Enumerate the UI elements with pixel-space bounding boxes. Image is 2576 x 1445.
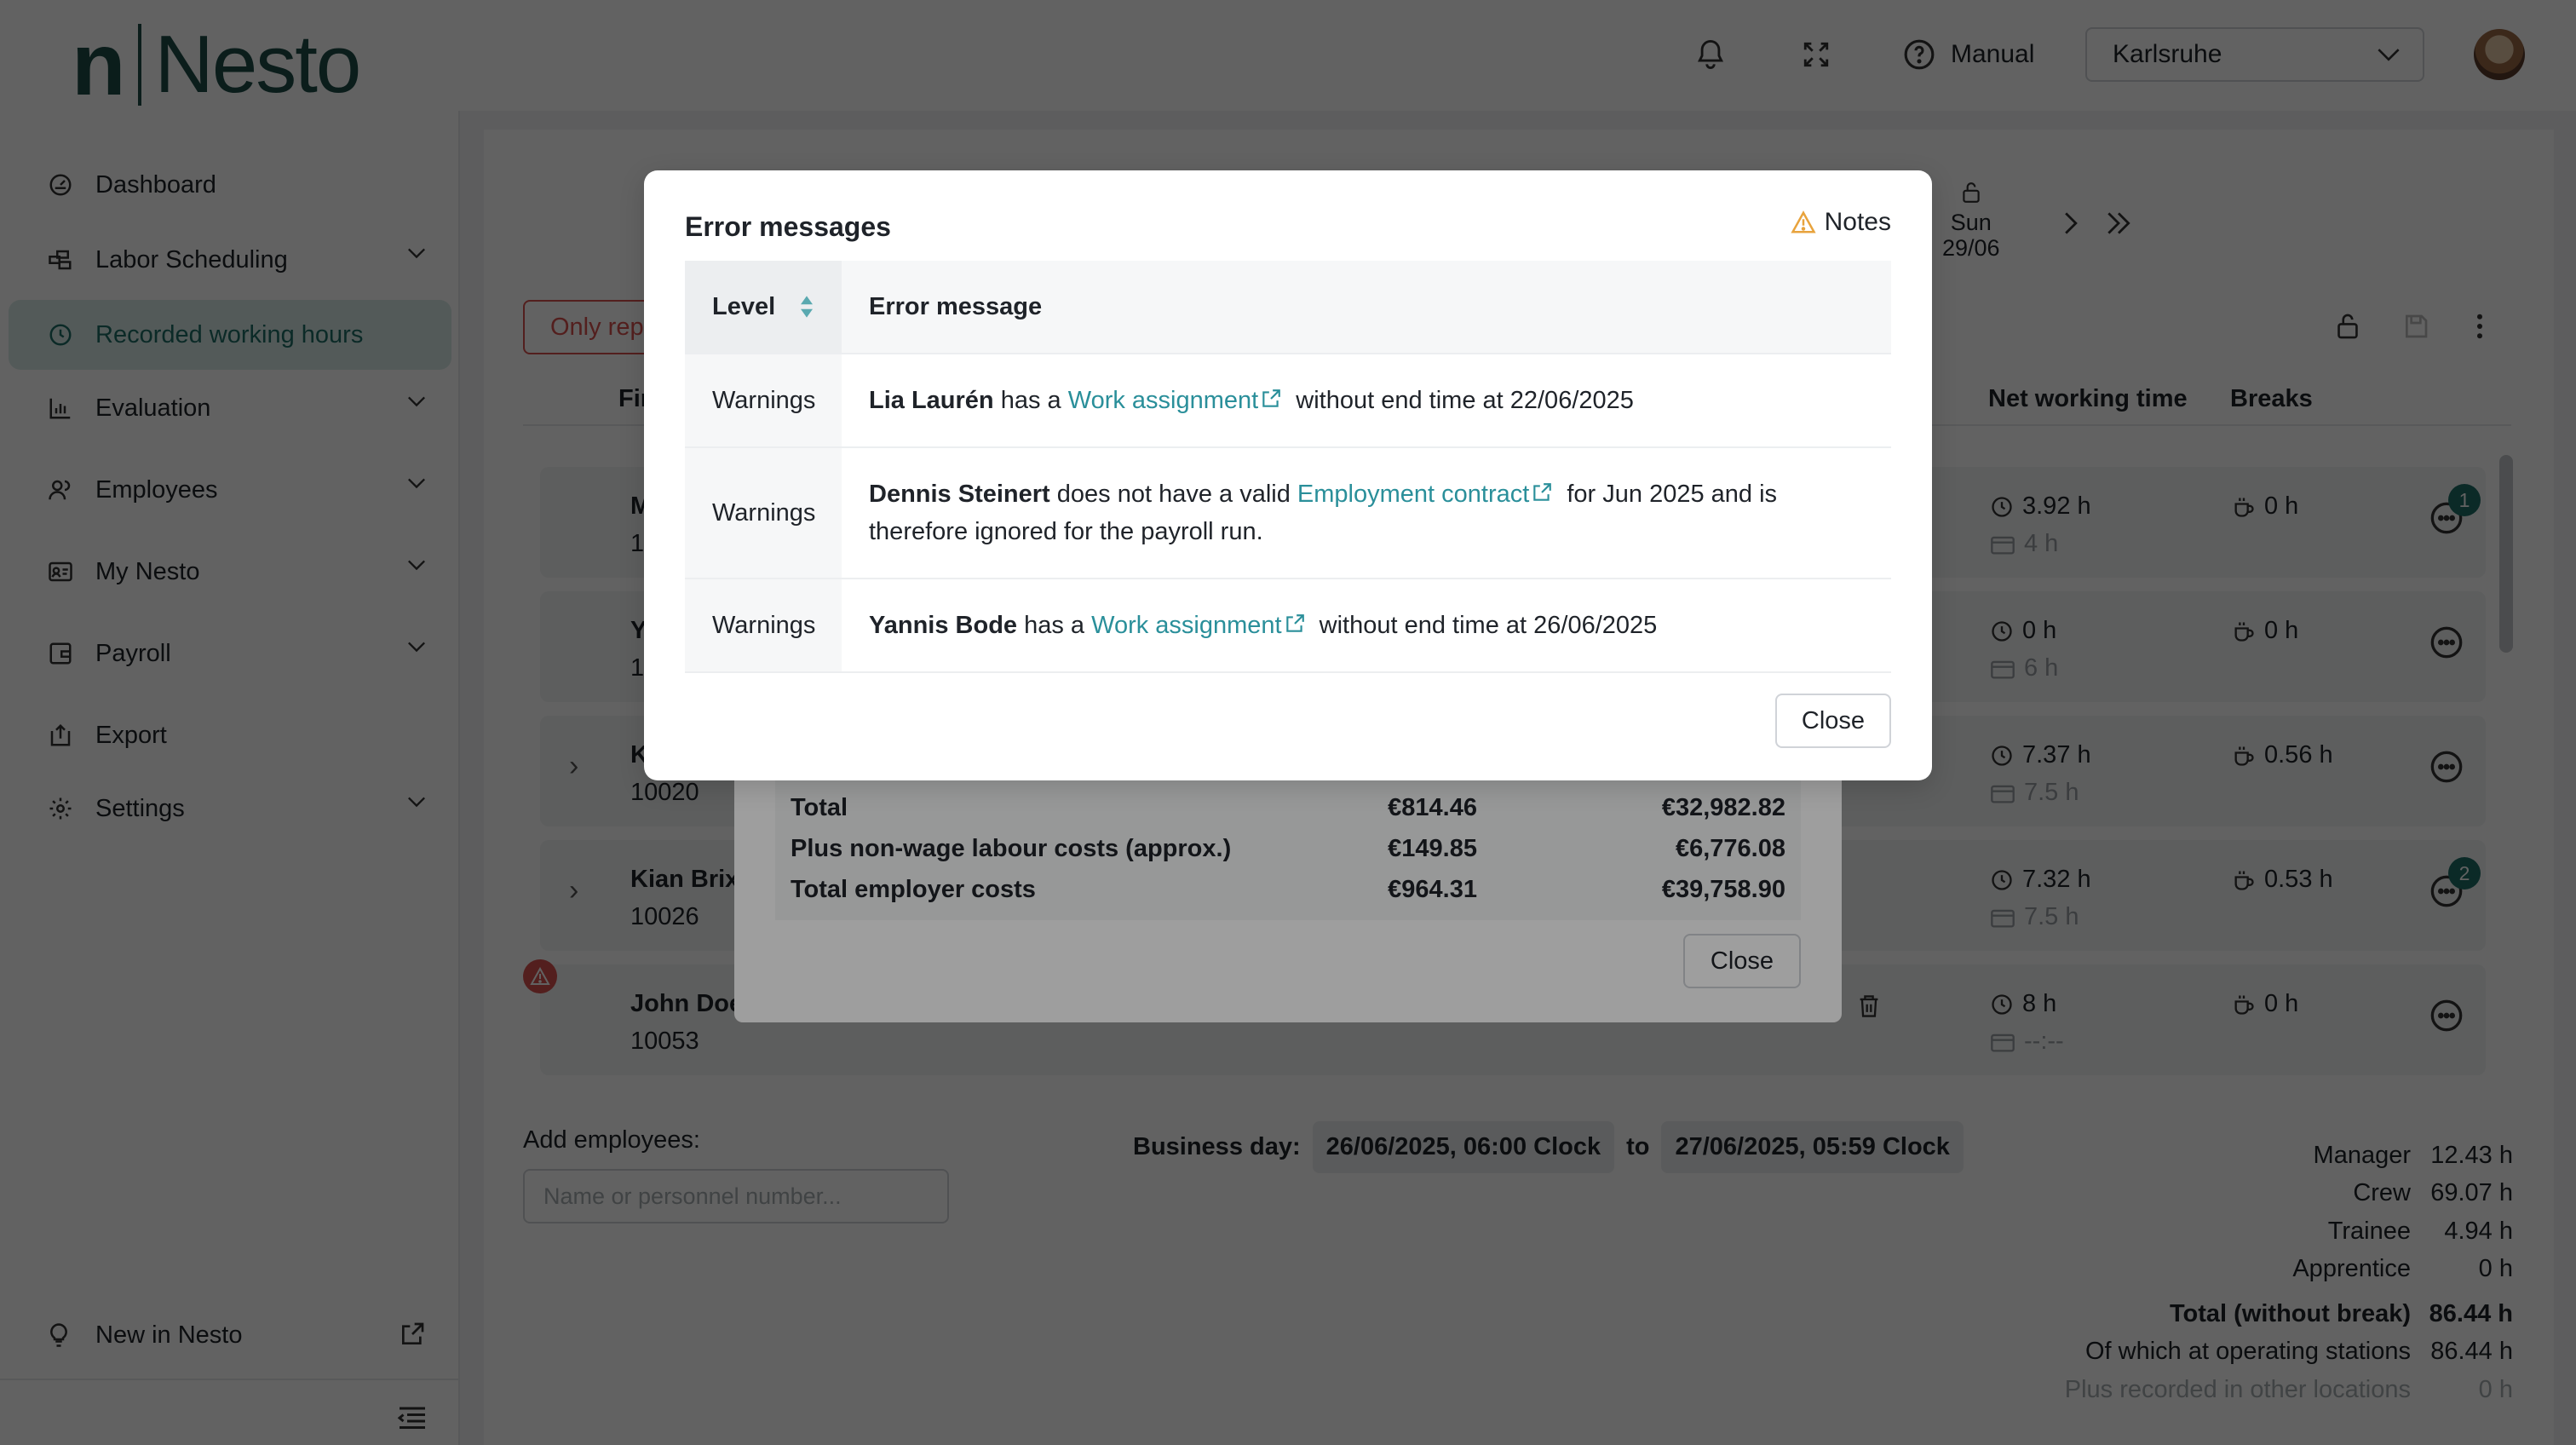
error-messages-dialog: Error messages Notes Level Error message…	[644, 170, 1932, 780]
work-assignment-link[interactable]: Work assignment	[1068, 387, 1290, 414]
warning-triangle-icon	[1791, 210, 1816, 233]
error-level: Warnings	[685, 579, 842, 671]
external-link-icon	[1533, 483, 1552, 501]
error-level: Warnings	[685, 354, 842, 446]
external-link-icon	[1262, 389, 1281, 407]
notes-label: Notes	[1824, 208, 1891, 236]
sort-icon	[801, 296, 814, 318]
table-row: Warnings Lia Laurén has a Work assignmen…	[685, 353, 1891, 446]
error-table-header: Level Error message	[685, 261, 1891, 353]
column-header-level[interactable]: Level	[685, 261, 842, 353]
table-row: Warnings Yannis Bode has a Work assignme…	[685, 578, 1891, 671]
error-table: Level Error message Warnings Lia Laurén …	[685, 261, 1891, 673]
external-link-icon	[1285, 614, 1304, 632]
employment-contract-link[interactable]: Employment contract	[1297, 481, 1560, 508]
column-header-error-message: Error message	[869, 292, 1043, 320]
error-level: Warnings	[685, 448, 842, 578]
close-button[interactable]: Close	[1775, 694, 1891, 748]
work-assignment-link[interactable]: Work assignment	[1091, 612, 1313, 639]
error-message: Dennis Steinert does not have a valid Em…	[869, 481, 1778, 545]
notes-link[interactable]: Notes	[1791, 208, 1891, 237]
dialog-title: Error messages	[685, 211, 891, 242]
error-message: Lia Laurén has a Work assignment without…	[869, 387, 1634, 414]
table-row: Warnings Dennis Steinert does not have a…	[685, 446, 1891, 578]
error-message: Yannis Bode has a Work assignment withou…	[869, 612, 1658, 639]
table-end-divider	[685, 671, 1891, 673]
